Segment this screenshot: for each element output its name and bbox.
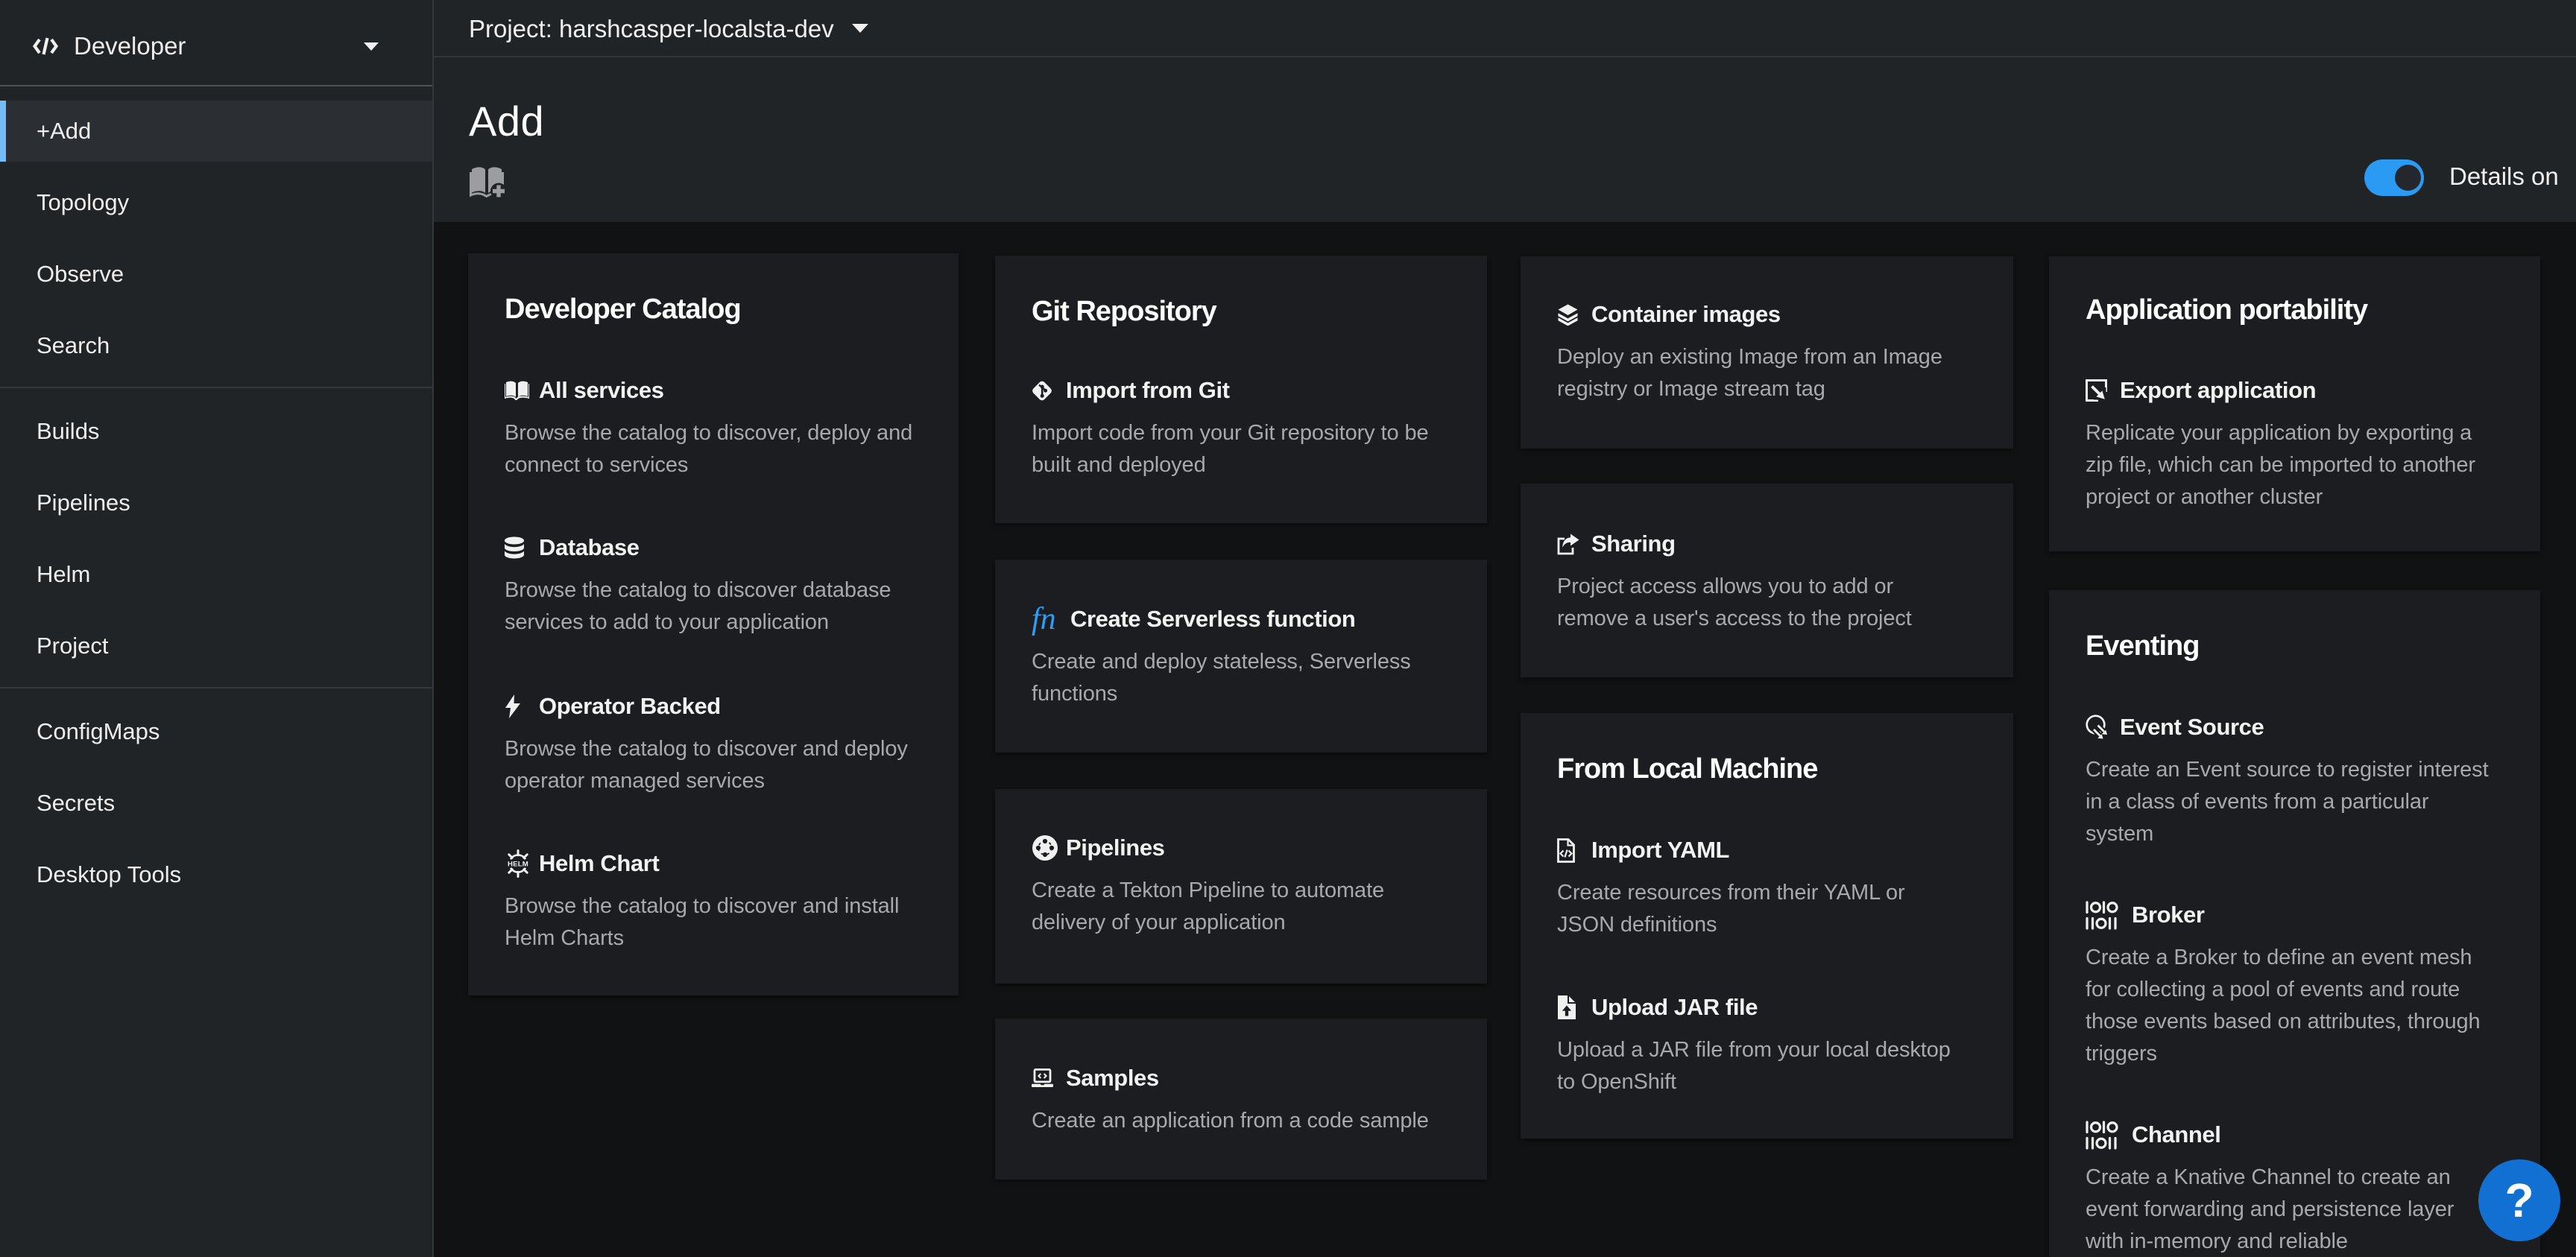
svg-text:HELM: HELM <box>508 861 528 869</box>
